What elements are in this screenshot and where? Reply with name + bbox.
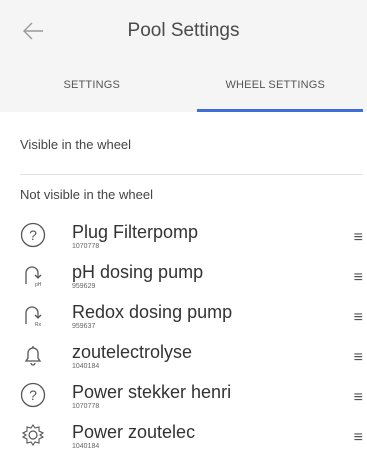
hidden-section-label: Not visible in the wheel	[20, 187, 153, 202]
list-item[interactable]: Rx Redox dosing pump 959637 ≡	[0, 296, 367, 336]
svg-text:?: ?	[29, 227, 37, 243]
device-id: 1040184	[72, 443, 100, 450]
device-name: Power stekker henri	[72, 382, 232, 402]
device-id: 959637	[72, 323, 96, 330]
list-item[interactable]: Power zoutelec 1040184 ≡	[0, 416, 367, 456]
svg-text:?: ?	[29, 387, 37, 403]
visible-section-label: Visible in the wheel	[20, 137, 132, 152]
list-item[interactable]: pH pH dosing pump 959629 ≡	[0, 256, 367, 296]
device-id: 1070778	[72, 243, 100, 250]
drag-handle-icon[interactable]: ≡	[354, 390, 363, 406]
device-id: 1070778	[72, 403, 100, 410]
device-list: ? Plug Filterpomp 1070778 ≡ pH pH dosing…	[0, 216, 367, 456]
ph-pump-icon: pH	[25, 266, 42, 288]
device-id: 959629	[72, 283, 96, 290]
rx-badge: Rx	[35, 322, 42, 328]
list-item[interactable]: ? Power stekker henri 1070778 ≡	[0, 376, 367, 416]
drag-handle-icon[interactable]: ≡	[354, 350, 363, 366]
device-name: Redox dosing pump	[72, 302, 233, 322]
drag-handle-icon[interactable]: ≡	[354, 270, 363, 286]
app-header: Pool Settings	[0, 0, 367, 60]
device-name: Power zoutelec	[72, 422, 196, 442]
device-name: zoutelectrolyse	[72, 342, 193, 362]
redox-pump-icon: Rx	[25, 306, 42, 328]
section-divider	[20, 174, 363, 175]
ph-badge: pH	[35, 282, 42, 288]
question-circle-icon: ?	[20, 382, 46, 408]
device-name: Plug Filterpomp	[72, 222, 199, 242]
active-tab-indicator	[197, 109, 363, 112]
device-name: pH dosing pump	[72, 262, 204, 282]
device-id: 1040184	[72, 363, 100, 370]
drag-handle-icon[interactable]: ≡	[354, 310, 363, 326]
list-item[interactable]: ? Plug Filterpomp 1070778 ≡	[0, 216, 367, 256]
question-circle-icon: ?	[20, 222, 46, 248]
bell-icon	[24, 346, 42, 366]
drag-handle-icon[interactable]: ≡	[354, 230, 363, 246]
drag-handle-icon[interactable]: ≡	[354, 430, 363, 446]
gear-icon	[21, 424, 45, 446]
tab-wheel-settings[interactable]: WHEEL SETTINGS	[184, 60, 367, 112]
tab-settings[interactable]: SETTINGS	[0, 60, 184, 112]
tab-bar: SETTINGS WHEEL SETTINGS	[0, 60, 367, 112]
list-item[interactable]: zoutelectrolyse 1040184 ≡	[0, 336, 367, 376]
page-title: Pool Settings	[127, 20, 240, 41]
